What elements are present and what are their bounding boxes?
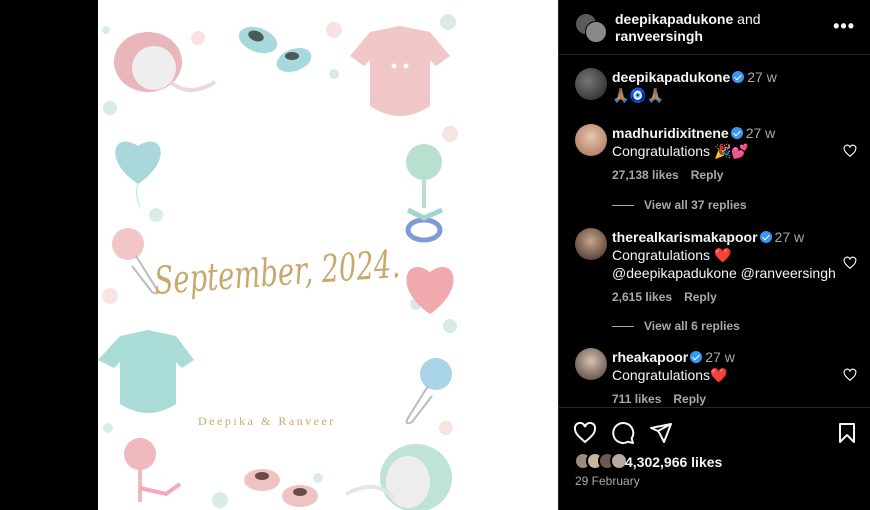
- comment-username[interactable]: therealkarismakapoor: [612, 229, 758, 245]
- comment-mentions[interactable]: @deepikapadukone @ranveersingh: [612, 264, 852, 282]
- author-username[interactable]: deepikapadukone: [615, 11, 733, 27]
- post-side-panel: deepikapadukone and ranveersingh ••• dee…: [558, 0, 870, 510]
- like-heart-icon[interactable]: [573, 421, 597, 445]
- post-header: deepikapadukone and ranveersingh •••: [559, 0, 870, 55]
- black-margin: [0, 0, 98, 510]
- pink-baby-shoes: [244, 469, 318, 507]
- author-joiner: and: [737, 11, 761, 27]
- caption-text: 🙏🏽🧿🙏🏽: [612, 87, 665, 103]
- verified-badge-icon: [730, 127, 743, 139]
- coauthor-username[interactable]: ranveersingh: [615, 28, 703, 44]
- more-icon[interactable]: •••: [833, 16, 855, 37]
- pink-rattle: [124, 438, 182, 502]
- teal-bonnet: [345, 444, 452, 510]
- reply-button[interactable]: Reply: [673, 392, 706, 406]
- teal-rattle: [405, 144, 444, 243]
- reply-button[interactable]: Reply: [691, 168, 724, 182]
- comment-likes[interactable]: 711 likes: [612, 392, 661, 406]
- avatar[interactable]: [575, 228, 607, 260]
- teal-onesie: [98, 330, 194, 413]
- view-replies-button[interactable]: View all 6 replies: [612, 319, 740, 333]
- comment-text: Congratulations❤️: [612, 367, 728, 383]
- reply-button[interactable]: Reply: [684, 290, 717, 304]
- verified-badge-icon: [690, 351, 703, 363]
- verified-badge-icon: [759, 231, 772, 243]
- pink-safety-pin: [112, 228, 159, 295]
- comment-text: Congratulations 🎉💕: [612, 143, 749, 159]
- avatar[interactable]: [575, 68, 607, 100]
- card-date-text: September, 2024.: [153, 242, 401, 303]
- comments-list: deepikapadukone 27 w 🙏🏽🧿🙏🏽 madhuridixitne…: [559, 56, 870, 407]
- comment-time[interactable]: 27 w: [775, 229, 805, 245]
- share-icon[interactable]: [649, 421, 673, 445]
- collab-avatars[interactable]: [575, 13, 607, 43]
- caption-username[interactable]: deepikapadukone: [612, 69, 730, 85]
- bookmark-icon[interactable]: [835, 421, 859, 445]
- comment-time[interactable]: 27 w: [746, 125, 776, 141]
- heart-icon[interactable]: [843, 144, 857, 158]
- comment-icon[interactable]: [611, 421, 635, 445]
- comment-text: Congratulations ❤️: [612, 247, 732, 263]
- verified-badge-icon: [732, 71, 745, 83]
- teal-heart-balloon: [115, 141, 161, 207]
- avatar[interactable]: [575, 124, 607, 156]
- comment-time[interactable]: 27 w: [705, 349, 735, 365]
- avatar[interactable]: [575, 348, 607, 380]
- heart-icon[interactable]: [843, 368, 857, 382]
- teal-baby-shoes: [238, 26, 312, 73]
- caption-time[interactable]: 27 w: [747, 69, 777, 85]
- likes-count[interactable]: 4,302,966 likes: [625, 454, 722, 470]
- teal-safety-pin: [405, 358, 452, 425]
- comment-username[interactable]: madhuridixitnene: [612, 125, 729, 141]
- pink-onesie: [350, 26, 450, 116]
- announcement-card-illustration: September, 2024. Deepika & Ranveer: [98, 14, 458, 510]
- post-image[interactable]: September, 2024. Deepika & Ranveer: [98, 0, 558, 510]
- view-replies-button[interactable]: View all 37 replies: [612, 198, 747, 212]
- post-date[interactable]: 29 February: [575, 474, 640, 488]
- card-names-text: Deepika & Ranveer: [198, 414, 336, 428]
- heart-icon[interactable]: [843, 256, 857, 270]
- comment-likes[interactable]: 27,138 likes: [612, 168, 679, 182]
- likers-avatars[interactable]: [574, 452, 628, 472]
- comment-username[interactable]: rheakapoor: [612, 349, 688, 365]
- post-actions: 4,302,966 likes 29 February: [559, 407, 870, 510]
- post-authors: deepikapadukone and ranveersingh: [615, 11, 825, 45]
- comment-likes[interactable]: 2,615 likes: [612, 290, 672, 304]
